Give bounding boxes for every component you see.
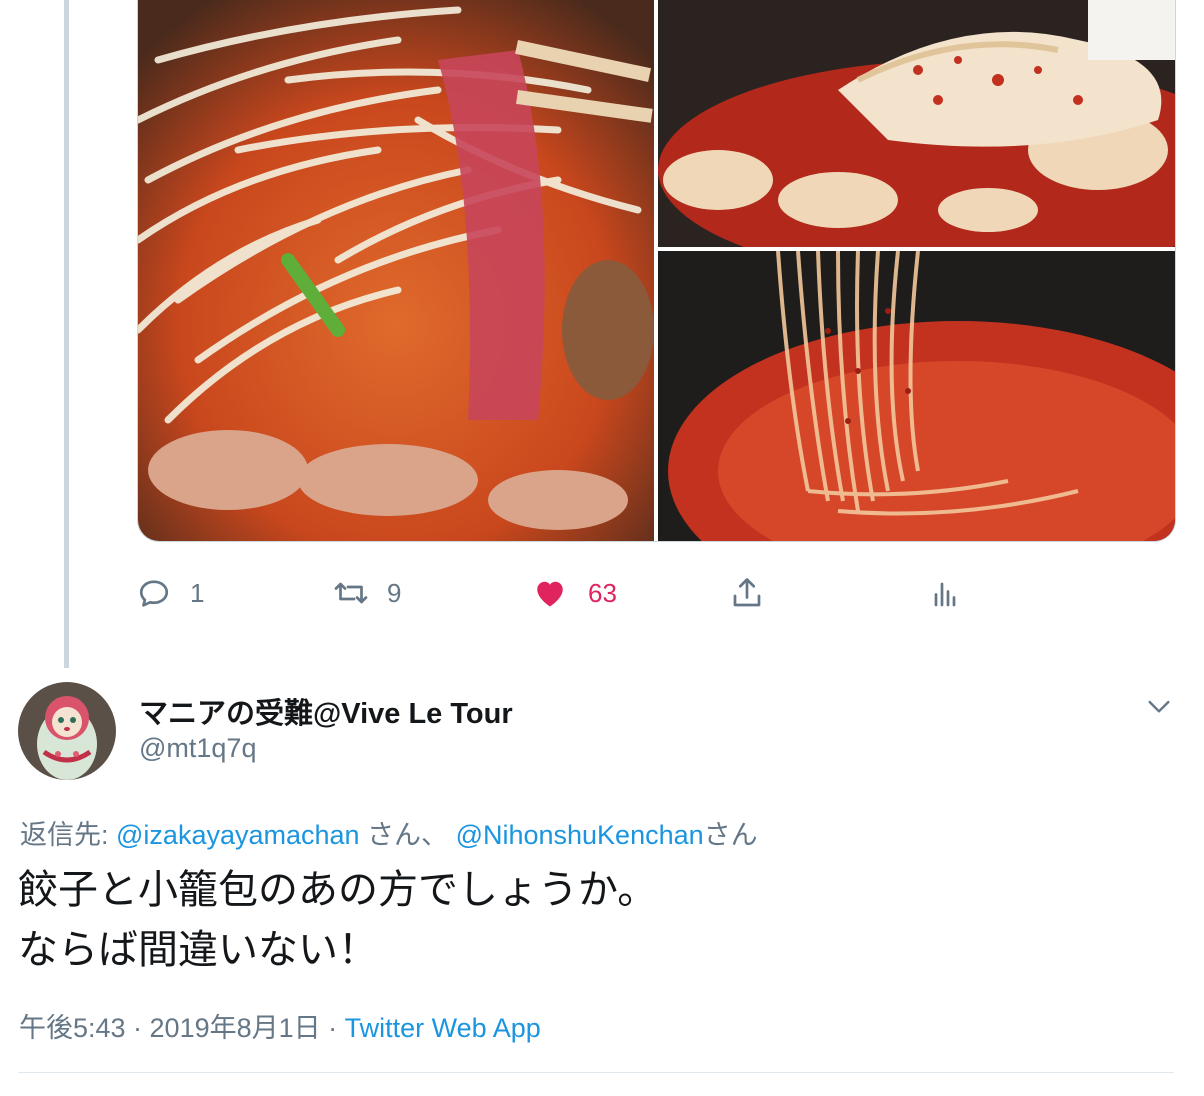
timestamp[interactable]: 午後5:43 · 2019年8月1日 (19, 1013, 321, 1043)
reply-button[interactable]: 1 (136, 570, 204, 616)
avatar[interactable] (18, 682, 116, 780)
share-icon (733, 578, 761, 607)
thread-connector-line (64, 0, 69, 668)
analytics-button[interactable] (927, 570, 963, 616)
display-name[interactable]: マニアの受難@Vive Le Tour (139, 690, 513, 732)
photo-spicy-dumplings[interactable] (658, 0, 1175, 247)
user-handle[interactable]: @mt1q7q (139, 733, 256, 764)
chevron-down-icon (1148, 700, 1170, 713)
divider (18, 1072, 1174, 1073)
photo-spicy-noodles[interactable] (658, 251, 1175, 541)
analytics-icon (934, 582, 956, 607)
share-button[interactable] (729, 570, 765, 616)
tweet-actions: 1 9 63 (0, 570, 1204, 616)
media-grid (137, 0, 1176, 542)
heart-icon (537, 581, 563, 607)
photo-hotpot-bean-sprouts[interactable] (138, 0, 654, 541)
tweet-menu-button[interactable] (1143, 690, 1175, 722)
retweet-button[interactable]: 9 (333, 570, 401, 616)
source-app-link[interactable]: Twitter Web App (345, 1013, 541, 1043)
replying-to: 返信先: @izakayayamachan さん、 @NihonshuKench… (20, 813, 758, 852)
reply-separator: さん、 (359, 820, 456, 850)
retweet-count: 9 (387, 577, 402, 608)
tweet-meta: 午後5:43 · 2019年8月1日 · Twitter Web App (19, 1006, 541, 1045)
reply-mention-izakayayamachan[interactable]: @izakayayamachan (116, 820, 360, 850)
reply-suffix: さん (703, 820, 758, 850)
replying-to-label: 返信先: (20, 820, 117, 850)
retweet-icon (334, 582, 368, 604)
like-button[interactable]: 63 (532, 570, 617, 616)
tweet-text: 餃子と小籠包のあの方でしょうか。 ならば間違いない！ (18, 860, 657, 980)
reply-count: 1 (190, 577, 205, 608)
like-count: 63 (588, 577, 617, 608)
reply-mention-nihonshukenchan[interactable]: @NihonshuKenchan (456, 820, 704, 850)
meta-separator: · (320, 1013, 345, 1043)
matryoshka-avatar-icon (18, 682, 116, 780)
tweet-text-line: ならば間違いない！ (18, 928, 378, 972)
tweet-text-line: 餃子と小籠包のあの方でしょうか。 (18, 868, 658, 912)
reply-icon (139, 580, 169, 607)
